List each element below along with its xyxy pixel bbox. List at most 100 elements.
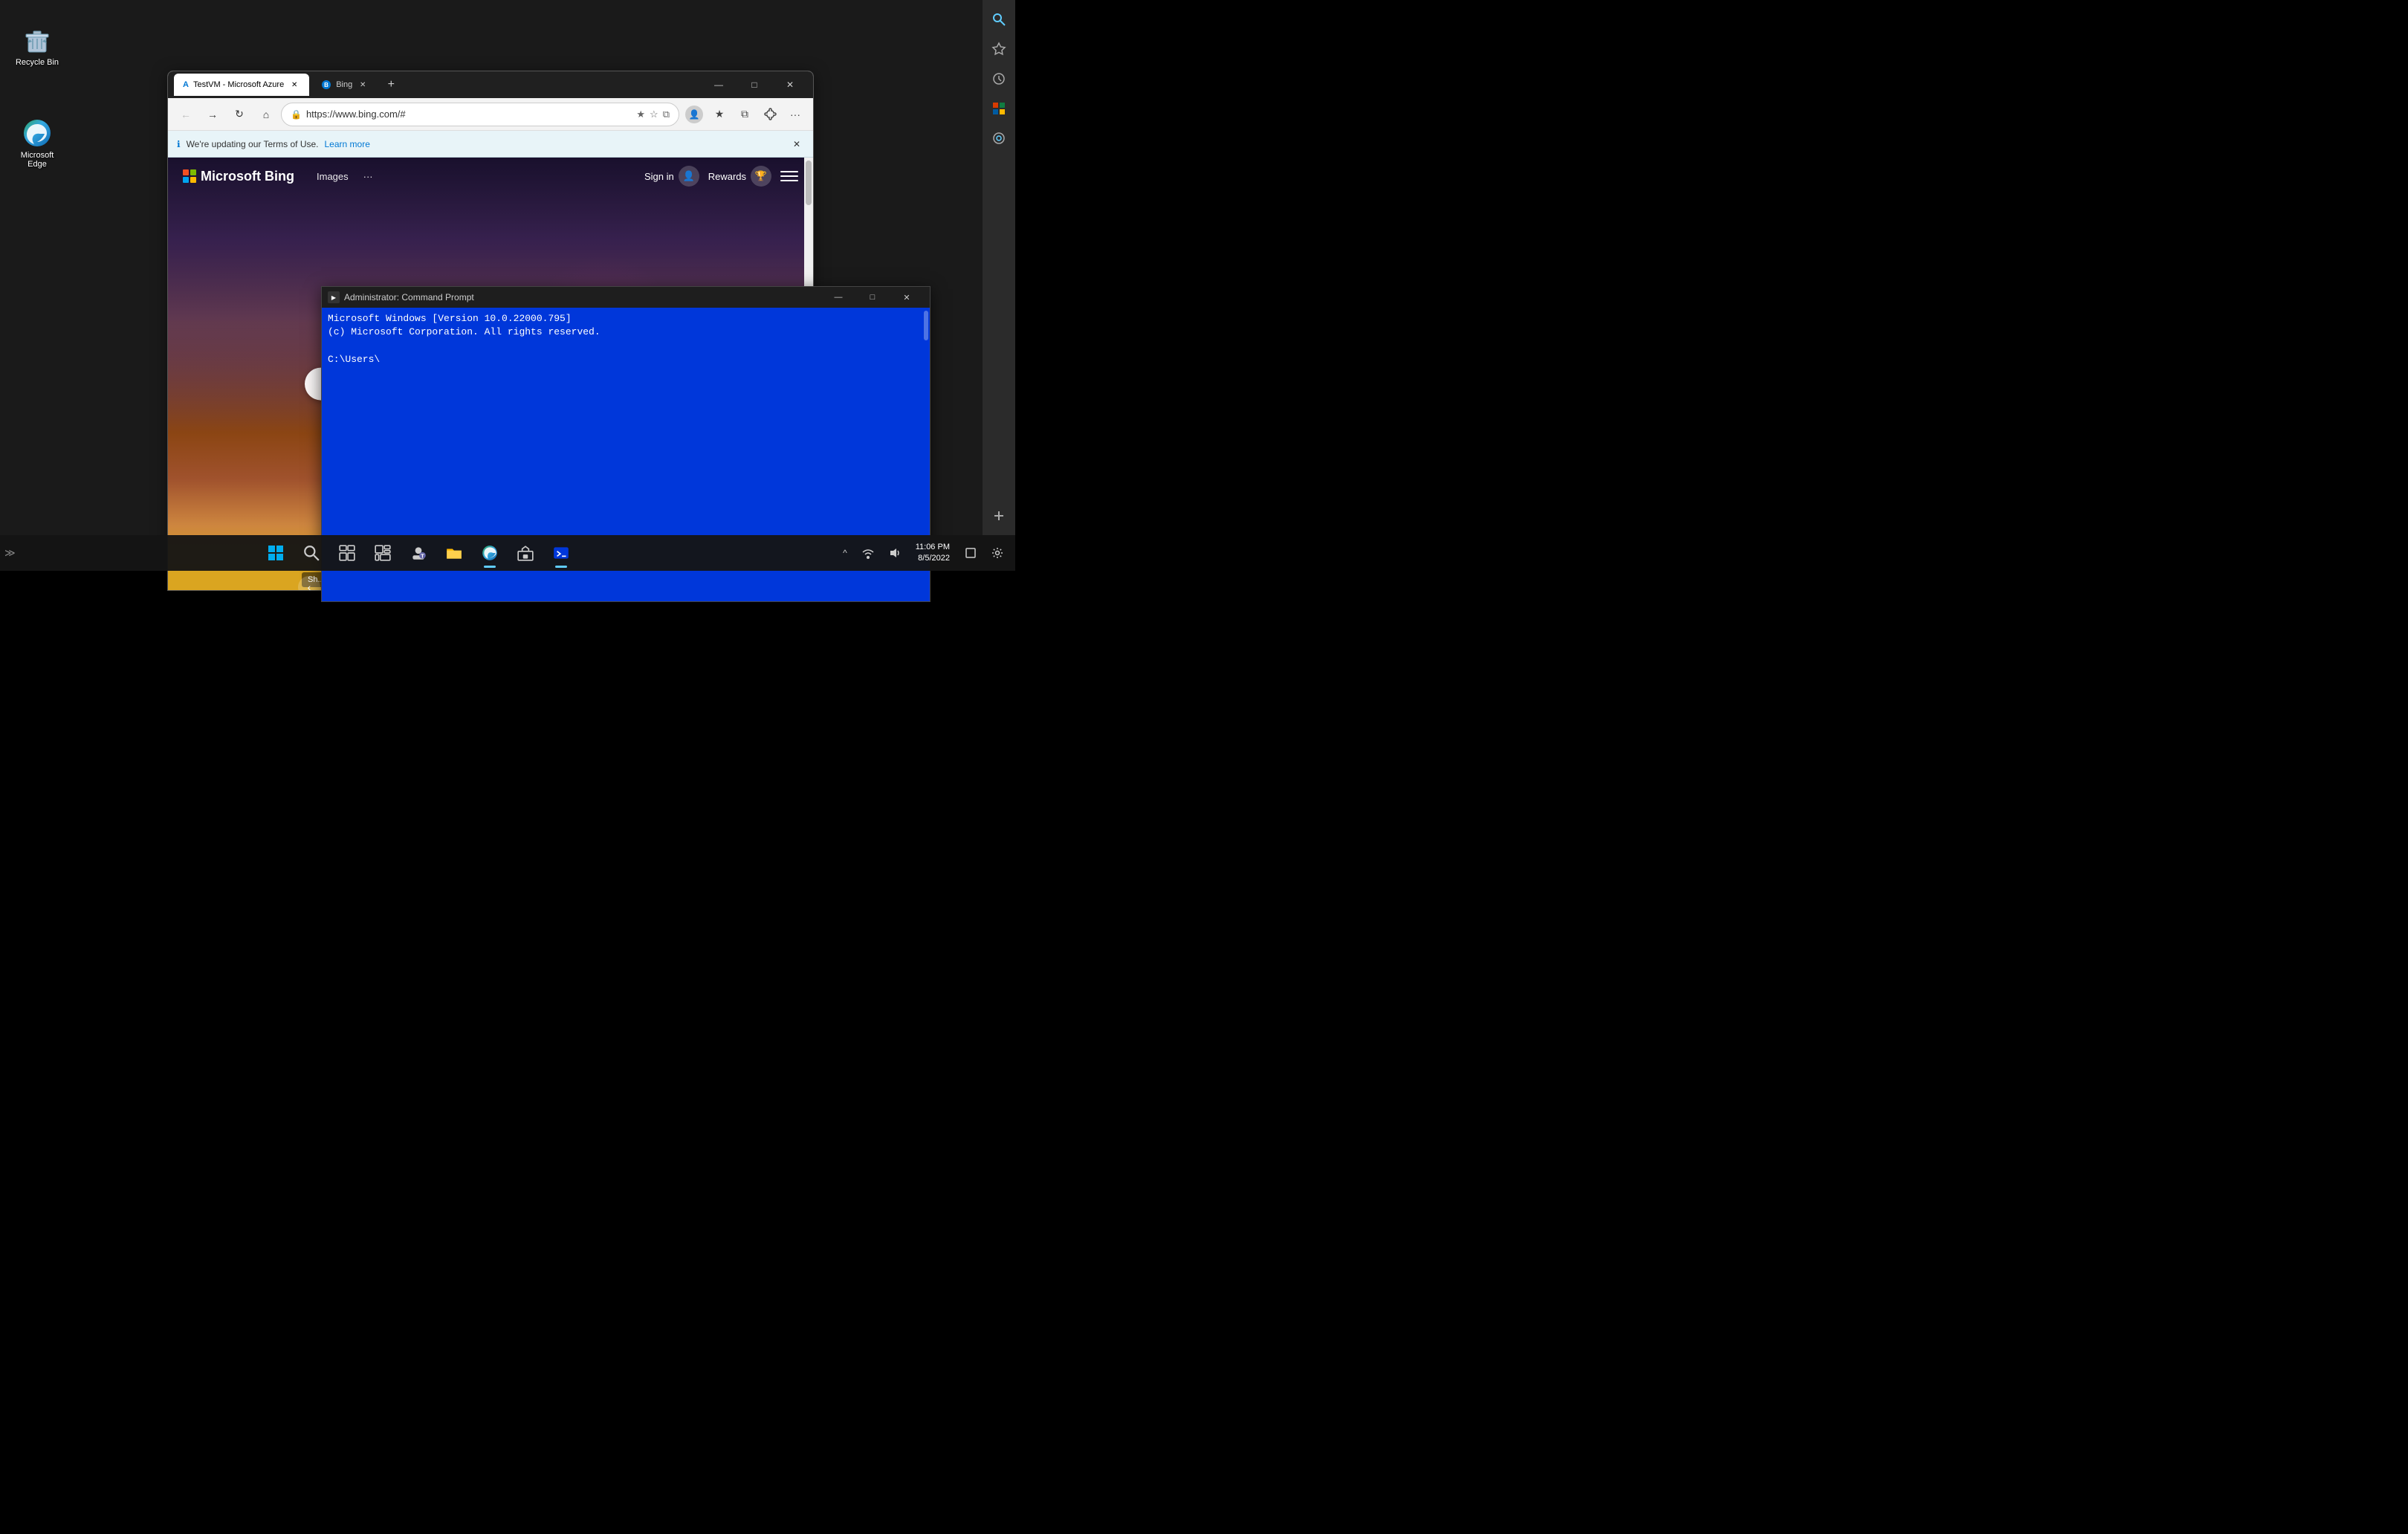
extensions-button[interactable] — [758, 103, 782, 126]
recycle-bin-image — [22, 25, 52, 55]
profile-button[interactable]: 👤 — [682, 103, 706, 126]
tab1-label: TestVM - Microsoft Azure — [193, 80, 284, 89]
cmd-titlebar: ▶ Administrator: Command Prompt — □ ✕ — [322, 287, 930, 308]
taskbar-overflow-button[interactable]: ≫ — [0, 544, 20, 563]
notif-close-button[interactable]: ✕ — [789, 137, 804, 152]
search-taskbar-button[interactable] — [295, 537, 328, 569]
browser-win-controls: — □ ✕ — [702, 71, 807, 98]
system-clock[interactable]: 11:06 PM 8/5/2022 — [910, 542, 956, 565]
new-tab-button[interactable]: + — [381, 74, 401, 95]
recycle-bin-label: Recycle Bin — [16, 58, 59, 67]
cmd-line-4: C:\Users\ — [328, 353, 924, 366]
notif-text: We're updating our Terms of Use. — [187, 139, 319, 149]
sidebar-favorites-button[interactable] — [985, 36, 1012, 62]
edge-label: Microsoft Edge — [10, 151, 64, 169]
svg-text:B: B — [324, 82, 328, 88]
ms-logo-squares — [183, 169, 196, 183]
address-text: https://www.bing.com/# — [306, 109, 632, 120]
chat-button[interactable]: T — [402, 537, 435, 569]
browser-close-button[interactable]: ✕ — [773, 71, 807, 98]
tab1-favicon: A — [183, 80, 189, 89]
taskbar-settings-button[interactable] — [985, 544, 1009, 562]
network-icon[interactable] — [856, 544, 880, 562]
cmd-title: Administrator: Command Prompt — [344, 292, 474, 302]
cmd-maximize-button[interactable]: □ — [855, 287, 890, 308]
cmd-win-controls: — □ ✕ — [821, 287, 924, 308]
notifications-button[interactable] — [959, 544, 983, 562]
sign-in-button[interactable]: Sign in 👤 — [644, 166, 699, 187]
system-tray-overflow[interactable]: ^ — [837, 545, 853, 561]
taskbar: ≫ — [0, 535, 1015, 571]
sidebar-history-button[interactable] — [985, 65, 1012, 92]
tab1-close[interactable]: ✕ — [288, 79, 300, 91]
cmd-line-2: (c) Microsoft Corporation. All rights re… — [328, 326, 924, 339]
favorites-button[interactable]: ★ — [708, 103, 731, 126]
address-fav-icon: ☆ — [650, 109, 658, 120]
tab2-label: Bing — [336, 80, 352, 89]
taskbar-center: T — [0, 537, 837, 569]
home-button[interactable]: ⌂ — [254, 103, 278, 126]
cmd-scrollbar-thumb — [924, 311, 928, 340]
volume-icon[interactable] — [883, 544, 907, 562]
rewards-icon: 🏆 — [751, 166, 771, 187]
toolbar-icons: 👤 ★ ⧉ ··· — [682, 103, 807, 126]
file-explorer-button[interactable] — [438, 537, 470, 569]
cmd-minimize-button[interactable]: — — [821, 287, 855, 308]
back-button[interactable]: ← — [174, 103, 198, 126]
edge-taskbar-button[interactable] — [473, 537, 506, 569]
forward-button[interactable]: → — [201, 103, 224, 126]
browser-minimize-button[interactable]: — — [702, 71, 736, 98]
cmd-close-button[interactable]: ✕ — [890, 287, 924, 308]
bing-header: Microsoft Bing Images ··· Sign in 👤 Rewa… — [168, 158, 813, 195]
tab2-close[interactable]: ✕ — [357, 79, 369, 91]
bing-nav-more[interactable]: ··· — [363, 171, 373, 182]
widgets-button[interactable] — [366, 537, 399, 569]
edge-sidebar — [983, 0, 1015, 535]
sign-in-avatar: 👤 — [679, 166, 699, 187]
recycle-bin-icon[interactable]: Recycle Bin — [7, 22, 67, 70]
terminal-button[interactable] — [545, 537, 577, 569]
address-bar[interactable]: 🔒 https://www.bing.com/# ★ ☆ ⧉ — [281, 103, 679, 126]
edge-image — [22, 118, 52, 148]
collections-button[interactable]: ⧉ — [733, 103, 757, 126]
notif-info-icon: ℹ — [177, 139, 181, 149]
sidebar-extensions-button[interactable] — [985, 125, 1012, 152]
cmd-content: Microsoft Windows [Version 10.0.22000.79… — [322, 308, 930, 371]
browser-toolbar: ← → ↻ ⌂ 🔒 https://www.bing.com/# ★ ☆ ⧉ 👤… — [168, 98, 813, 131]
bing-logo: Microsoft Bing — [183, 169, 294, 184]
bing-nav-images[interactable]: Images — [317, 171, 349, 182]
rewards-label: Rewards — [708, 171, 746, 182]
microsoft-edge-icon[interactable]: Microsoft Edge — [7, 115, 67, 172]
rewards-button[interactable]: Rewards 🏆 — [708, 166, 771, 187]
sidebar-add-button[interactable] — [985, 502, 1012, 529]
store-button[interactable] — [509, 537, 542, 569]
more-button[interactable]: ··· — [783, 103, 807, 126]
svg-text:T: T — [421, 553, 424, 560]
refresh-button[interactable]: ↻ — [227, 103, 251, 126]
notification-bar: ℹ We're updating our Terms of Use. Learn… — [168, 131, 813, 158]
bing-menu-button[interactable] — [780, 167, 798, 185]
browser-maximize-button[interactable]: □ — [737, 71, 771, 98]
task-view-button[interactable] — [331, 537, 363, 569]
start-button[interactable] — [259, 537, 292, 569]
tab-testvm-azure[interactable]: A TestVM - Microsoft Azure ✕ — [174, 74, 309, 96]
clock-date: 8/5/2022 — [916, 553, 950, 564]
sidebar-search-button[interactable] — [985, 6, 1012, 33]
browser-titlebar: A TestVM - Microsoft Azure ✕ B Bing ✕ + … — [168, 71, 813, 98]
lock-icon: 🔒 — [291, 109, 302, 120]
taskbar-tray: ^ 11:06 PM 8/5/2022 — [837, 542, 1015, 565]
cmd-icon: ▶ — [328, 291, 340, 303]
tab-bing[interactable]: B Bing ✕ — [312, 74, 378, 96]
bing-logo-text: Microsoft Bing — [201, 169, 294, 184]
notif-learn-more-link[interactable]: Learn more — [325, 139, 370, 149]
cmd-line-1: Microsoft Windows [Version 10.0.22000.79… — [328, 312, 924, 326]
tab2-favicon: B — [321, 80, 331, 90]
desktop: Recycle Bin Microsoft Edge — [0, 0, 1015, 571]
address-star-icon: ★ — [636, 109, 645, 120]
sidebar-office-button[interactable] — [985, 95, 1012, 122]
cmd-line-3 — [328, 339, 924, 352]
bing-nav: Images ··· — [317, 171, 373, 182]
clock-time: 11:06 PM — [916, 542, 950, 553]
sign-in-label: Sign in — [644, 171, 674, 182]
bing-header-right: Sign in 👤 Rewards 🏆 — [644, 166, 798, 187]
